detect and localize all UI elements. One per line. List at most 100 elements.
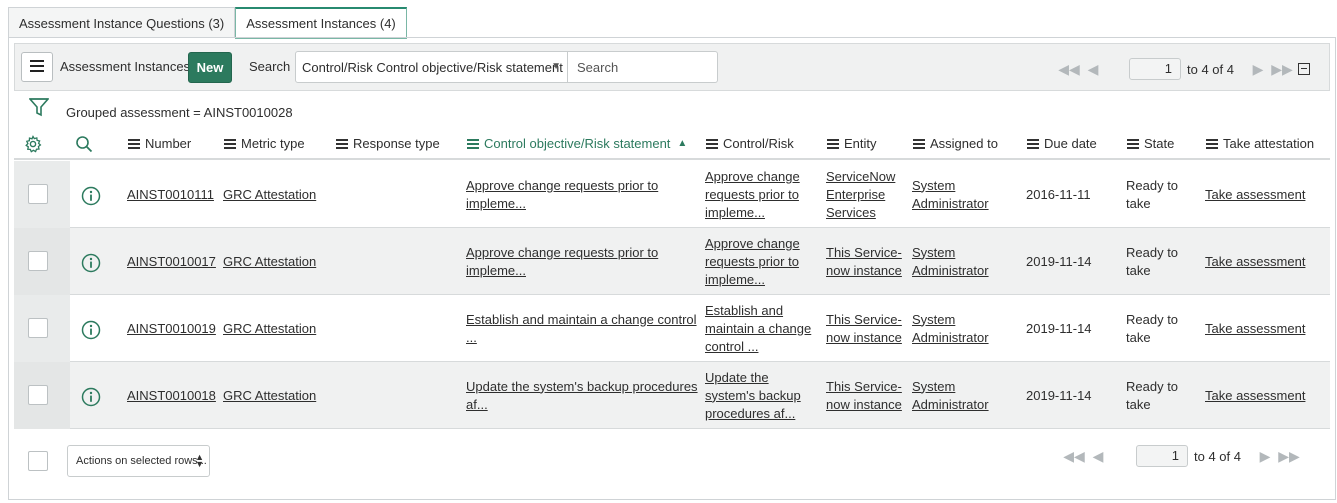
row-checkbox[interactable] (28, 318, 48, 338)
cell-number[interactable]: AINST0010017 (127, 253, 216, 271)
related-list-tabs: Assessment Instance Questions (3) Assess… (8, 7, 407, 39)
search-field-value: Control/Risk Control objective/Risk stat… (302, 59, 563, 75)
next-page-icon[interactable]: ▶ (1246, 61, 1270, 78)
cell-assigned-to[interactable]: System Administrator (912, 311, 989, 347)
info-icon[interactable] (81, 186, 101, 209)
menu-icon (467, 138, 479, 149)
cell-state: Ready to take (1126, 177, 1179, 211)
page-range-text: to 4 of 4 (1187, 61, 1234, 77)
last-page-icon[interactable]: ▶▶ (1270, 61, 1294, 78)
cell-control-objective[interactable]: Update the system's backup procedures af.… (466, 378, 698, 414)
cell-number[interactable]: AINST0010019 (127, 320, 216, 338)
cell-number[interactable]: AINST0010018 (127, 387, 216, 405)
row-checkbox[interactable] (28, 385, 48, 405)
menu-icon (706, 138, 718, 149)
menu-icon (224, 138, 236, 149)
dropdown-arrow-icon: ▼ (551, 61, 561, 72)
gear-icon[interactable] (24, 135, 42, 153)
menu-icon (1127, 138, 1139, 149)
menu-icon (1027, 138, 1039, 149)
info-icon[interactable] (81, 320, 101, 343)
prev-page-icon[interactable]: ◀ (1081, 61, 1105, 78)
row-select-cell (14, 161, 70, 228)
prev-page-icon[interactable]: ◀ (1086, 448, 1110, 465)
new-button[interactable]: New (188, 52, 232, 83)
cell-state: Ready to take (1126, 378, 1179, 412)
take-assessment-link[interactable]: Take assessment (1205, 320, 1305, 338)
column-header-response-type[interactable]: Response type (336, 136, 440, 151)
column-header-state[interactable]: State (1127, 136, 1174, 151)
take-assessment-link[interactable]: Take assessment (1205, 186, 1305, 204)
cell-entity[interactable]: ServiceNow Enterprise Services (826, 168, 895, 222)
column-header-number[interactable]: Number (128, 136, 191, 151)
column-header-control-objective[interactable]: Control objective/Risk statement ▲ (467, 136, 687, 151)
row-checkbox[interactable] (28, 184, 48, 204)
column-header-assigned-to[interactable]: Assigned to (913, 136, 998, 151)
menu-icon (827, 138, 839, 149)
cell-assigned-to[interactable]: System Administrator (912, 378, 989, 414)
tab-assessment-instance-questions[interactable]: Assessment Instance Questions (3) (8, 7, 236, 38)
next-page-icon[interactable]: ▶ (1253, 448, 1277, 465)
row-select-cell (14, 295, 70, 362)
cell-entity[interactable]: This Service-now instance (826, 244, 902, 280)
cell-metric-type[interactable]: GRC Attestation (223, 186, 316, 204)
cell-due-date: 2019-11-14 (1026, 253, 1092, 269)
cell-assigned-to[interactable]: System Administrator (912, 177, 989, 213)
cell-due-date: 2019-11-14 (1026, 320, 1092, 336)
column-header-metric-type[interactable]: Metric type (224, 136, 305, 151)
column-header-due-date[interactable]: Due date (1027, 136, 1097, 151)
cell-entity[interactable]: This Service-now instance (826, 378, 902, 414)
cell-due-date: 2016-11-11 (1026, 186, 1091, 202)
menu-icon (128, 138, 140, 149)
table-row: AINST0010017 GRC Attestation Approve chang… (14, 228, 1330, 295)
row-select-cell (14, 228, 70, 295)
cell-entity[interactable]: This Service-now instance (826, 311, 902, 347)
cell-control-risk[interactable]: Establish and maintain a change control ..… (705, 302, 811, 356)
select-all-checkbox[interactable] (28, 451, 48, 471)
column-search-icon[interactable] (75, 135, 93, 153)
column-header-control-risk[interactable]: Control/Risk (706, 136, 794, 151)
cell-control-objective[interactable]: Approve change requests prior to impleme.… (466, 244, 658, 280)
select-arrows-icon: ▲ ▼ (195, 452, 204, 469)
cell-state: Ready to take (1126, 311, 1179, 345)
cell-control-risk[interactable]: Approve change requests prior to impleme..… (705, 168, 800, 222)
cell-control-risk[interactable]: Approve change requests prior to impleme..… (705, 235, 800, 289)
cell-control-objective[interactable]: Establish and maintain a change control.… (466, 311, 697, 347)
first-page-icon[interactable]: ◀◀ (1057, 61, 1081, 78)
list-menu-button[interactable] (21, 52, 53, 82)
top-pagination: ◀◀ ◀ 1 to 4 of 4 ▶ ▶▶ (1057, 58, 1310, 80)
take-assessment-link[interactable]: Take assessment (1205, 253, 1305, 271)
cell-due-date: 2019-11-14 (1026, 387, 1092, 403)
filter-condition[interactable]: Grouped assessment = AINST0010028 (66, 105, 293, 120)
filter-icon[interactable] (28, 97, 50, 120)
info-icon[interactable] (81, 387, 101, 410)
bottom-pagination: ◀◀ ◀ 1 to 4 of 4 ▶ ▶▶ (1062, 445, 1301, 467)
table-row: AINST0010111 GRC Attestation Approve chang… (14, 161, 1330, 228)
tab-assessment-instances[interactable]: Assessment Instances (4) (235, 7, 407, 39)
search-input[interactable] (568, 51, 718, 83)
sort-ascending-icon: ▲ (677, 138, 688, 149)
last-page-icon[interactable]: ▶▶ (1277, 448, 1301, 465)
cell-metric-type[interactable]: GRC Attestation (223, 320, 316, 338)
page-range-text: to 4 of 4 (1194, 448, 1241, 464)
take-assessment-link[interactable]: Take assessment (1205, 387, 1305, 405)
cell-state: Ready to take (1126, 244, 1179, 278)
column-header-entity[interactable]: Entity (827, 136, 877, 151)
cell-control-risk[interactable]: Update the system's backup procedures af..… (705, 369, 801, 423)
collapse-icon[interactable] (1297, 63, 1310, 75)
page-number-input[interactable]: 1 (1136, 445, 1188, 467)
page-number-input[interactable]: 1 (1129, 58, 1181, 80)
cell-metric-type[interactable]: GRC Attestation (223, 387, 316, 405)
row-checkbox[interactable] (28, 251, 48, 271)
table-row: AINST0010018 GRC Attestation Update the sy… (14, 362, 1330, 429)
search-field-select[interactable]: Control/Risk Control objective/Risk stat… (295, 51, 568, 83)
cell-metric-type[interactable]: GRC Attestation (223, 253, 316, 271)
first-page-icon[interactable]: ◀◀ (1062, 448, 1086, 465)
cell-assigned-to[interactable]: System Administrator (912, 244, 989, 280)
menu-icon (1206, 138, 1218, 149)
column-header-take-attestation[interactable]: Take attestation (1206, 136, 1314, 151)
cell-number[interactable]: AINST0010111 (127, 186, 214, 204)
cell-control-objective[interactable]: Approve change requests prior to impleme.… (466, 177, 658, 213)
actions-select[interactable]: Actions on selected rows... ▲ ▼ (67, 445, 210, 477)
info-icon[interactable] (81, 253, 101, 276)
